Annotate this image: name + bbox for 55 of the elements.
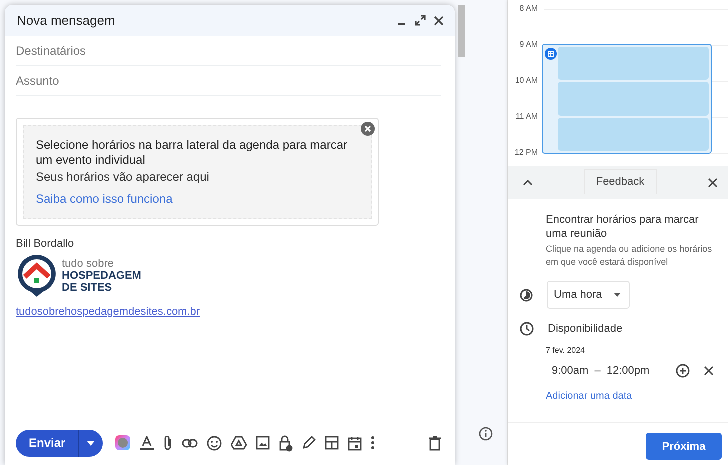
- hour-label: 10 AM: [514, 76, 538, 86]
- close-icon[interactable]: [361, 122, 375, 136]
- logo-title: DE SITES: [62, 282, 114, 294]
- start-time[interactable]: 9:00am: [552, 365, 589, 377]
- range-dash: –: [594, 365, 601, 377]
- next-button[interactable]: Próxima: [646, 433, 722, 460]
- hour-label: 9 AM: [518, 40, 538, 50]
- date-label: 7 fev. 2024: [546, 346, 586, 355]
- send-button[interactable]: Enviar: [16, 430, 79, 456]
- more-icon[interactable]: [370, 436, 375, 450]
- signature-name: Bill Bordallo: [16, 238, 76, 250]
- availability-label: Disponibilidade: [548, 323, 623, 335]
- emoji-icon[interactable]: [206, 436, 222, 450]
- clock-icon: [520, 322, 534, 336]
- logo-tagline: tudo sobre: [62, 258, 115, 270]
- feedback-button[interactable]: Feedback: [584, 169, 657, 194]
- info-icon[interactable]: [479, 427, 493, 441]
- caret-icon: [86, 440, 95, 446]
- text-format-icon[interactable]: [140, 436, 154, 450]
- layout-icon[interactable]: [324, 436, 339, 450]
- panel-heading: Encontrar horários para marcar uma reunião: [546, 213, 700, 241]
- notice-text: Seus horários vão aparecer aqui: [36, 170, 210, 184]
- hour-label: 11 AM: [514, 112, 538, 122]
- scrollbar-thumb[interactable]: [458, 5, 465, 57]
- drive-icon[interactable]: [230, 436, 247, 450]
- duration-dropdown[interactable]: Uma hora: [547, 281, 630, 309]
- ai-icon[interactable]: [114, 435, 131, 451]
- lock-clock-icon[interactable]: [278, 434, 293, 452]
- image-icon[interactable]: [256, 436, 270, 450]
- timer-icon: [520, 288, 533, 302]
- end-time[interactable]: 12:00pm: [606, 365, 650, 377]
- grid-icon: [545, 48, 557, 60]
- chevron-up-icon[interactable]: [523, 180, 533, 186]
- add-date-link[interactable]: Adicionar uma data: [546, 391, 716, 402]
- remove-icon[interactable]: [704, 366, 714, 376]
- website-link[interactable]: tudosobrehospedagemdesites.com.br: [16, 306, 200, 318]
- panel-description: Clique na agenda ou adicione os horários em que você estará disponível: [546, 243, 714, 269]
- hour-label: 8 AM: [518, 4, 538, 14]
- window-title: Nova mensagem: [17, 13, 116, 28]
- send-options-button[interactable]: [78, 430, 103, 456]
- paperclip-icon[interactable]: [162, 435, 173, 451]
- add-icon[interactable]: [676, 364, 690, 378]
- learn-more-link[interactable]: Saiba como isso funciona: [36, 192, 359, 206]
- logo-title: HOSPEDAGEM: [62, 270, 142, 282]
- hour-label: 12 PM: [514, 148, 538, 158]
- house-pin-icon: [16, 253, 58, 298]
- calendar-icon[interactable]: [348, 436, 362, 450]
- expand-icon[interactable]: [415, 15, 426, 26]
- caret-icon: [614, 293, 622, 297]
- notice-title: Selecione horários na barra lateral da agenda para marcar um evento individual: [36, 138, 349, 168]
- trash-icon[interactable]: [429, 436, 441, 450]
- pen-icon[interactable]: [302, 436, 316, 450]
- close-icon[interactable]: [434, 16, 444, 26]
- link-icon[interactable]: [182, 438, 198, 448]
- close-icon[interactable]: [708, 178, 718, 188]
